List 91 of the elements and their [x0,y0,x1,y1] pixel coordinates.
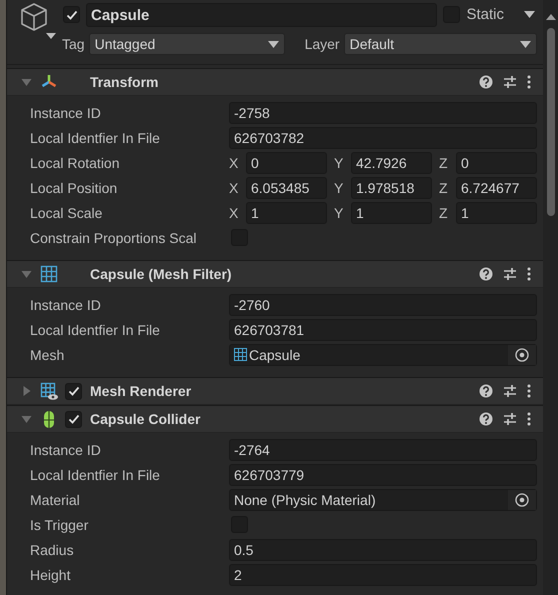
number-field[interactable]: 0 [456,152,537,174]
axis-label: X [229,204,240,220]
caret-icon [520,40,531,48]
field-label: Constrain Proportions Scal [30,230,198,246]
text-field[interactable]: 0.5 [229,538,537,560]
sliders-icon[interactable] [503,267,517,281]
help-icon[interactable] [479,412,493,426]
number-field[interactable]: 1.978518 [351,176,432,198]
text-field[interactable]: 626703781 [229,318,537,340]
component-title: Capsule Collider [90,411,200,427]
axis-label: Z [439,180,449,196]
enabled-checkbox[interactable] [65,410,82,428]
field-label: Material [30,492,81,508]
number-field[interactable]: 6.724677 [456,176,537,198]
grid-icon [234,348,247,361]
axis-label: Z [439,154,449,170]
fold-arrow-icon[interactable] [21,414,32,424]
field-label: Height [30,566,72,582]
more-icon[interactable] [527,267,531,281]
field-label: Mesh [30,346,66,362]
object-name: Capsule [249,346,300,362]
layer-dropdown[interactable]: Default [344,33,537,55]
number-field[interactable]: 1 [456,202,537,224]
axis-label: Y [334,154,344,170]
field-label: Local Identfier In File [30,466,161,482]
sliders-icon[interactable] [503,412,517,426]
target-icon[interactable] [515,348,529,362]
component-header[interactable]: Mesh Renderer [7,378,543,405]
fold-arrow-icon[interactable] [21,77,32,87]
number-field[interactable]: 42.7926 [351,152,432,174]
more-icon[interactable] [527,75,531,89]
more-icon[interactable] [527,412,531,426]
caret-icon[interactable] [46,33,56,39]
scrollbar[interactable] [543,0,558,595]
help-icon[interactable] [479,267,493,281]
text-field[interactable]: 2 [229,564,537,586]
component-title: Mesh Renderer [90,383,192,399]
fold-arrow-icon[interactable] [21,386,32,396]
tag-label: Tag [62,36,85,52]
help-icon[interactable] [479,384,493,398]
sliders-icon[interactable] [503,75,517,89]
component-header[interactable]: Capsule Collider [7,406,543,433]
text-field[interactable]: -2764 [229,438,537,460]
field-label: Instance ID [30,442,102,458]
field-label: Local Identfier In File [30,130,161,146]
axis-label: Y [334,204,344,220]
grid-icon [40,264,58,284]
text-field[interactable]: -2758 [229,102,537,124]
axis-label: X [229,180,240,196]
fold-arrow-icon[interactable] [21,269,32,279]
field-label: Is Trigger [30,516,90,532]
name-field[interactable]: Capsule [86,2,438,26]
axis-label: Z [439,204,449,220]
component-title: Transform [90,74,158,90]
axis-label: Y [334,180,344,196]
up-arrow-icon[interactable] [546,14,556,20]
caret-icon[interactable] [524,11,535,18]
object-field[interactable]: Capsule [229,344,537,366]
grid-eye-icon [40,382,58,400]
text-field[interactable]: 626703779 [229,464,537,486]
object-field[interactable]: None (Physic Material) [229,488,537,510]
field-label: Instance ID [30,296,102,312]
layer-label: Layer [304,36,340,52]
number-field[interactable]: 1 [246,202,327,224]
cube-icon[interactable] [19,2,49,32]
text-field[interactable]: 626703782 [229,126,537,148]
text-field[interactable]: -2760 [229,294,537,316]
object-name: None (Physic Material) [234,492,376,508]
field-label: Local Rotation [30,154,121,170]
caret-icon [268,40,279,48]
field-label: Local Position [30,180,118,196]
component-header[interactable]: Transform [7,69,543,96]
active-checkbox[interactable] [63,6,80,23]
tag-dropdown[interactable]: Untagged [88,33,285,55]
number-field[interactable]: 1 [351,202,432,224]
static-label: Static [466,6,504,23]
field-label: Local Identfier In File [30,322,161,338]
scrollbar-thumb[interactable] [546,28,554,216]
axis-label: X [229,154,240,170]
enabled-checkbox[interactable] [65,382,82,400]
sliders-icon[interactable] [503,384,517,398]
component-header[interactable]: Capsule (Mesh Filter) [7,261,543,288]
number-field[interactable]: 6.053485 [246,176,327,198]
field-label: Local Scale [30,204,104,220]
number-field[interactable]: 0 [246,152,327,174]
help-icon[interactable] [479,75,493,89]
more-icon[interactable] [527,384,531,398]
field-label: Instance ID [30,104,102,120]
target-icon[interactable] [515,492,529,506]
field-label: Radius [30,542,75,558]
component-title: Capsule (Mesh Filter) [90,266,232,282]
